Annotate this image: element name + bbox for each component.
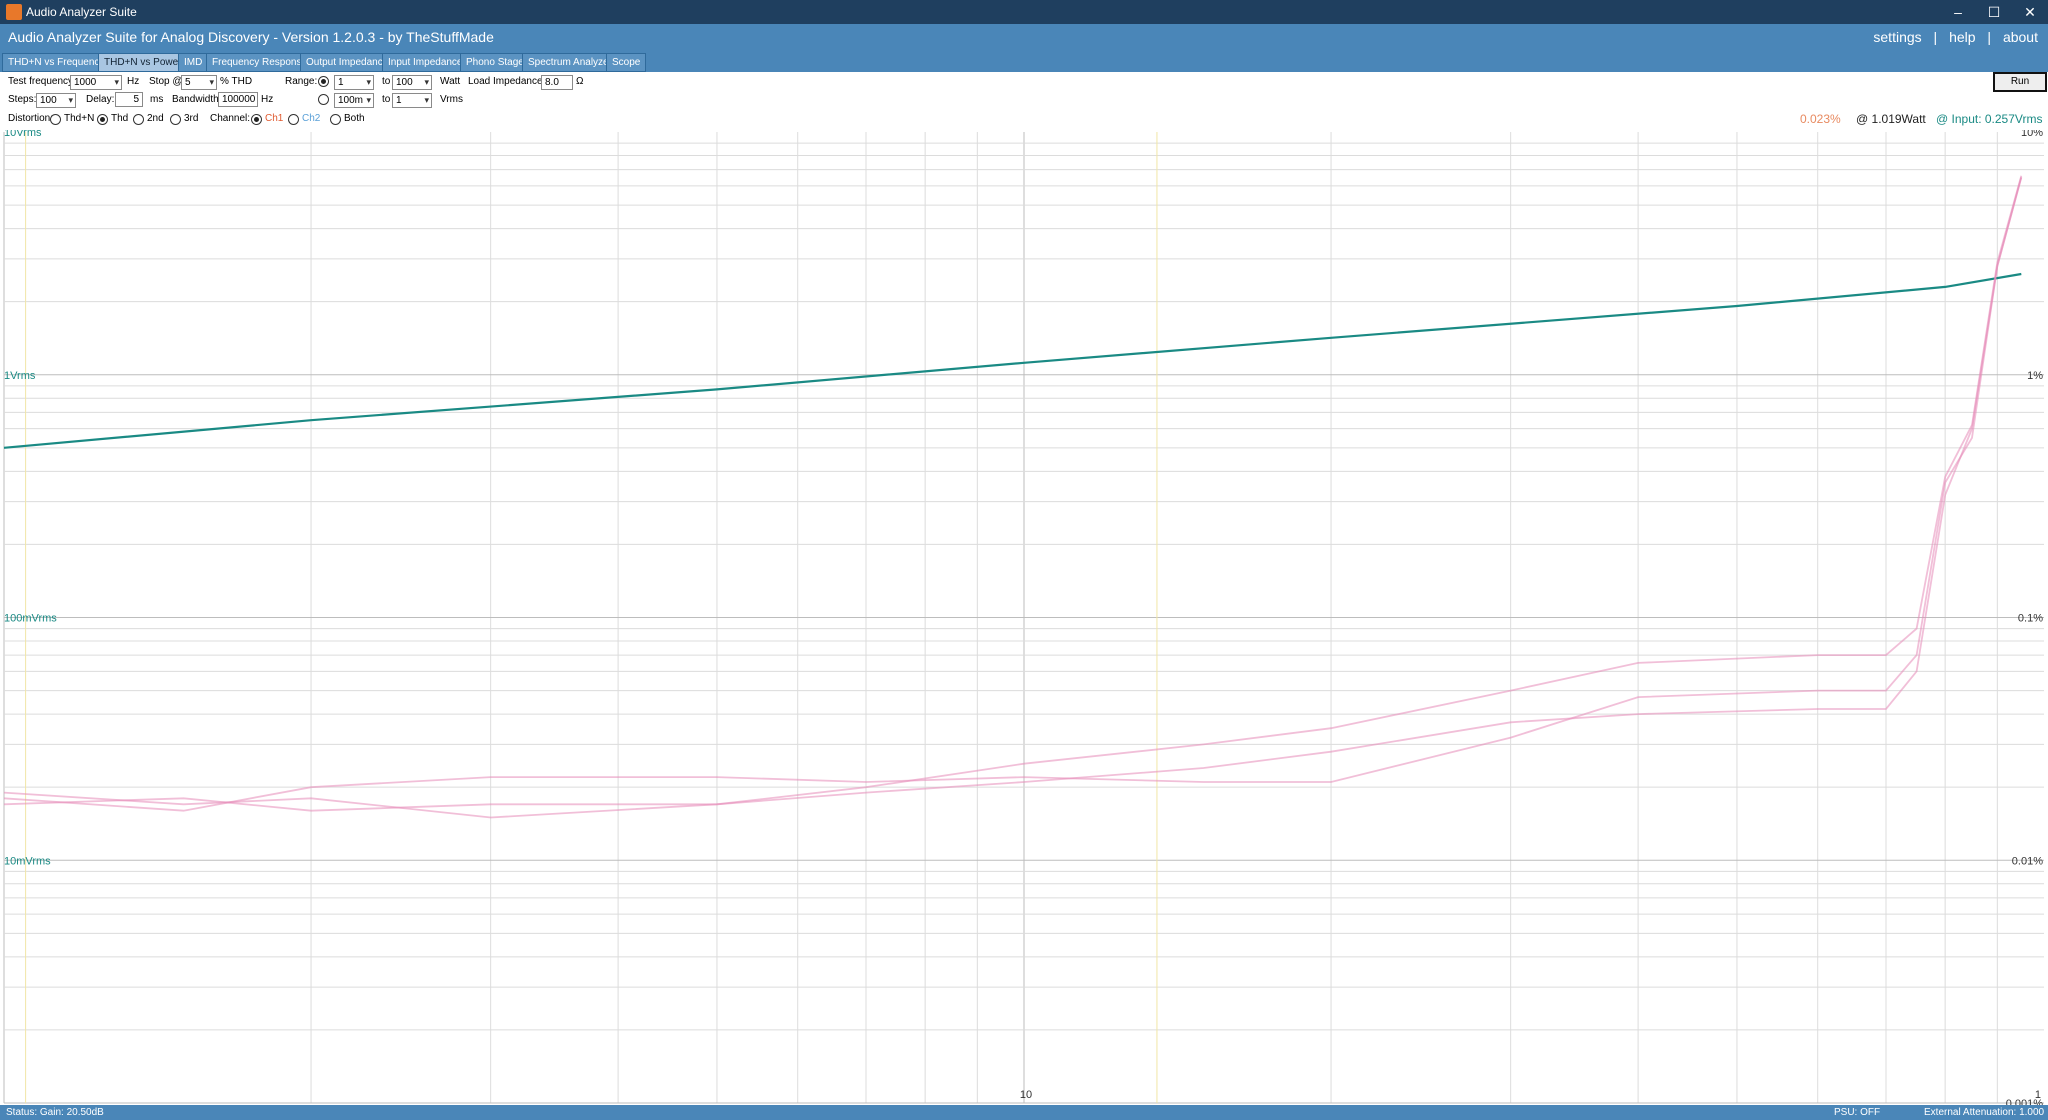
- app-icon: [6, 4, 22, 20]
- thd-trace-line: [3, 175, 2023, 819]
- y-right-tick-label: 1%: [2027, 370, 2043, 382]
- thd-unit-label: % THD: [220, 76, 253, 87]
- tab-phono-stage[interactable]: Phono Stage: [460, 53, 530, 72]
- chart-grid: [3, 132, 2044, 1104]
- settings-link[interactable]: settings: [1873, 29, 1921, 45]
- run-button[interactable]: Run: [1993, 72, 2047, 92]
- dist-thd-label: Thd: [111, 113, 129, 124]
- watt-unit-label: Watt: [440, 76, 461, 87]
- tab-bar: THD+N vs Frequency THD+N vs Power IMD Fr…: [0, 52, 2048, 72]
- tab-frequency-response[interactable]: Frequency Response: [206, 53, 314, 72]
- thd-trace-line: [3, 177, 2023, 812]
- status-text: Status: Gain: 20.50dB: [6, 1107, 104, 1118]
- psu-status: PSU: OFF: [1834, 1107, 1881, 1118]
- vrms-unit-label: Vrms: [440, 94, 463, 105]
- ms-unit-label: ms: [150, 94, 164, 105]
- title-bar: Audio Analyzer Suite – ☐ ✕: [0, 0, 2048, 24]
- y-left-tick-label: 10Vrms: [4, 130, 42, 139]
- distortion-label: Distortion:: [8, 113, 54, 124]
- y-left-tick-label: 1Vrms: [4, 370, 36, 382]
- range-from-watt-combo[interactable]: 1: [334, 75, 374, 90]
- link-separator: |: [1933, 29, 1938, 45]
- channel-ch1-radio[interactable]: [251, 114, 262, 125]
- y-left-tick-label: 10mVrms: [4, 855, 51, 867]
- tab-output-impedance[interactable]: Output Impedance: [300, 53, 395, 72]
- range-watt-radio[interactable]: [318, 76, 329, 87]
- chart-plot-area: 10Vrms 1Vrms 100mVrms 10mVrms 10% 1% 0.1% 0.01%…: [3, 127, 2044, 1110]
- about-link[interactable]: about: [2003, 29, 2038, 45]
- minimize-button[interactable]: –: [1940, 0, 1976, 24]
- dist-2nd-radio[interactable]: [133, 114, 144, 125]
- dist-2nd-label: 2nd: [147, 113, 164, 124]
- dist-3rd-radio[interactable]: [170, 114, 181, 125]
- bandwidth-input[interactable]: 100000: [218, 92, 258, 107]
- close-button[interactable]: ✕: [2012, 0, 2048, 24]
- delay-input[interactable]: 5: [115, 92, 143, 107]
- thd-trace-line: [3, 177, 2023, 812]
- stop-label: Stop @: [149, 76, 183, 87]
- tab-scope[interactable]: Scope: [606, 53, 647, 72]
- x-tick-label: 1: [2035, 1089, 2041, 1101]
- y-right-tick-label: 0.1%: [2018, 613, 2043, 625]
- test-frequency-combo[interactable]: 1000: [70, 75, 122, 90]
- input-level-readout: @ Input: 0.257Vrms: [1936, 112, 2043, 126]
- app-title: Audio Analyzer Suite for Analog Discover…: [8, 29, 494, 45]
- channel-both-label: Both: [344, 113, 365, 124]
- controls-panel: Test frequency: 1000 Hz Stop @ 5 % THD R…: [0, 72, 2048, 130]
- y-right-tick-label: 0.01%: [2012, 855, 2043, 867]
- output-level-line: [3, 272, 2022, 449]
- attenuation-status: External Attenuation: 1.000: [1924, 1107, 2045, 1118]
- channel-ch1-label: Ch1: [265, 113, 284, 124]
- stop-thd-combo[interactable]: 5: [181, 75, 217, 90]
- tab-spectrum-analyzer[interactable]: Spectrum Analyzer: [522, 53, 618, 72]
- load-impedance-label: Load Impedance:: [468, 76, 546, 87]
- bandwidth-unit-label: Hz: [261, 94, 274, 105]
- y-left-tick-label: 100mVrms: [4, 613, 57, 625]
- dist-thdn-label: Thd+N: [64, 113, 95, 124]
- status-bar: Status: Gain: 20.50dB PSU: OFF External …: [0, 1105, 2048, 1120]
- test-frequency-label: Test frequency:: [8, 76, 76, 87]
- ohm-unit-label: Ω: [576, 76, 584, 87]
- range-label: Range:: [285, 76, 318, 87]
- delay-label: Delay:: [86, 94, 115, 105]
- tab-thdn-vs-power[interactable]: THD+N vs Power: [98, 53, 188, 72]
- tab-input-impedance[interactable]: Input Impedance: [382, 53, 469, 72]
- to-label: to: [382, 76, 391, 87]
- range-to-vrms-combo[interactable]: 1: [392, 93, 432, 108]
- thd-vs-power-chart: 10Vrms 1Vrms 100mVrms 10mVrms 10% 1% 0.1% 0.01%…: [0, 127, 2048, 1110]
- bandwidth-label: Bandwidth:: [172, 94, 222, 105]
- dist-3rd-label: 3rd: [184, 113, 199, 124]
- hz-label: Hz: [127, 76, 140, 87]
- maximize-button[interactable]: ☐: [1976, 0, 2012, 24]
- chart-series: [3, 175, 2023, 819]
- x-tick-label: 10: [1020, 1089, 1032, 1101]
- thd-readout: 0.023%: [1800, 112, 1841, 126]
- link-separator: |: [1987, 29, 1992, 45]
- range-to-watt-combo[interactable]: 100: [392, 75, 432, 90]
- tab-thdn-vs-frequency[interactable]: THD+N vs Frequency: [2, 53, 111, 72]
- steps-combo[interactable]: 100: [36, 93, 76, 108]
- channel-ch2-radio[interactable]: [288, 114, 299, 125]
- app-header: Audio Analyzer Suite for Analog Discover…: [0, 24, 2048, 52]
- range-vrms-radio[interactable]: [318, 94, 329, 105]
- y-right-tick-label: 10%: [2021, 130, 2043, 139]
- steps-label: Steps:: [8, 94, 37, 105]
- tab-imd[interactable]: IMD: [178, 53, 209, 72]
- channel-label: Channel:: [210, 113, 251, 124]
- dist-thd-radio[interactable]: [97, 114, 108, 125]
- channel-ch2-label: Ch2: [302, 113, 321, 124]
- range-from-vrms-combo[interactable]: 100m: [334, 93, 374, 108]
- power-readout: @ 1.019Watt: [1856, 112, 1926, 126]
- header-links: settings | help | about: [1873, 29, 2038, 45]
- channel-both-radio[interactable]: [330, 114, 341, 125]
- dist-thdn-radio[interactable]: [50, 114, 61, 125]
- load-impedance-input[interactable]: 8.0: [541, 75, 573, 90]
- help-link[interactable]: help: [1949, 29, 1975, 45]
- window-title: Audio Analyzer Suite: [26, 5, 137, 19]
- to-label: to: [382, 94, 391, 105]
